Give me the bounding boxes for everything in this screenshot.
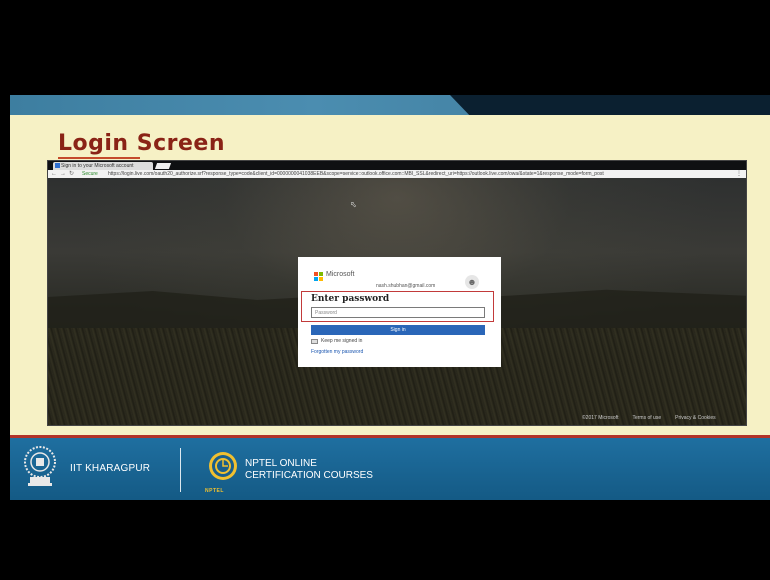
forward-arrow-icon[interactable]: → bbox=[60, 170, 66, 178]
account-email: nash.shubhan@gmail.com bbox=[376, 283, 436, 289]
title-underline bbox=[58, 157, 140, 159]
address-bar[interactable]: ← → ↻ Secure https://login.live.com/oaut… bbox=[48, 170, 746, 178]
terms-link[interactable]: Terms of use bbox=[632, 415, 661, 421]
back-arrow-icon[interactable]: ← bbox=[51, 170, 57, 178]
person-icon[interactable]: ☻ bbox=[465, 275, 479, 289]
iit-kharagpur-label: IIT KHARAGPUR bbox=[70, 463, 151, 474]
menu-dots-icon[interactable]: ⋮ bbox=[736, 170, 742, 178]
mouse-pointer-icon: ⬁ bbox=[350, 200, 357, 209]
footer-divider bbox=[180, 448, 181, 492]
secure-label: Secure bbox=[82, 171, 98, 177]
copyright-text: ©2017 Microsoft bbox=[582, 415, 619, 421]
slide-title: Login Screen bbox=[58, 131, 225, 156]
slide-header-band-dark bbox=[450, 95, 770, 115]
page-background: ⬁ Microsoft nash.shubhan@gmail.com ☻ Ent… bbox=[48, 178, 746, 425]
microsoft-logo-icon bbox=[55, 163, 60, 168]
privacy-link[interactable]: Privacy & Cookies bbox=[675, 415, 716, 421]
new-tab-button[interactable] bbox=[154, 163, 172, 169]
nptel-title-line1: NPTEL ONLINE bbox=[245, 458, 317, 469]
nptel-logo bbox=[209, 452, 237, 480]
nptel-title-line2: CERTIFICATION COURSES bbox=[245, 470, 373, 481]
tab-bar: Sign in to your Microsoft account bbox=[48, 161, 746, 170]
keep-signed-in-label: Keep me signed in bbox=[321, 338, 363, 344]
url-text[interactable]: https://login.live.com/oauth20_authorize… bbox=[108, 170, 718, 178]
password-input[interactable] bbox=[311, 307, 485, 318]
nptel-small-label: NPTEL bbox=[205, 488, 224, 494]
sign-in-button[interactable]: Sign in bbox=[311, 325, 485, 335]
login-card: Microsoft nash.shubhan@gmail.com ☻ Enter… bbox=[298, 257, 501, 367]
microsoft-logo-icon bbox=[314, 272, 323, 281]
keep-signed-in-checkbox[interactable] bbox=[311, 339, 318, 344]
browser-window: Sign in to your Microsoft account ← → ↻ … bbox=[47, 160, 747, 426]
tab-title: Sign in to your Microsoft account bbox=[61, 163, 134, 169]
brand-label: Microsoft bbox=[326, 271, 355, 278]
enter-password-heading: Enter password bbox=[311, 294, 390, 304]
reload-icon[interactable]: ↻ bbox=[69, 170, 74, 178]
forgot-password-link[interactable]: Forgotten my password bbox=[311, 349, 363, 355]
browser-tab[interactable]: Sign in to your Microsoft account bbox=[53, 162, 153, 170]
iit-kharagpur-logo bbox=[24, 446, 56, 486]
page-footer-links: ©2017 Microsoft Terms of use Privacy & Coo… bbox=[568, 415, 738, 421]
